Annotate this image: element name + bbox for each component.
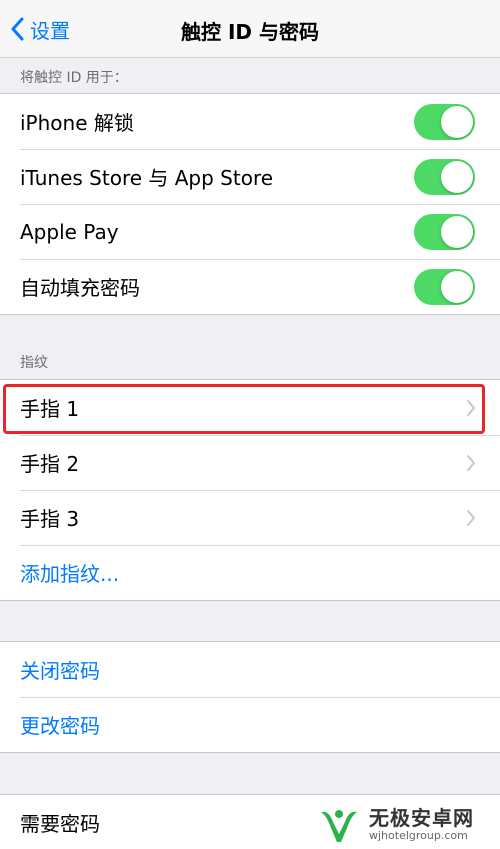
iphone-unlock-switch[interactable] (414, 103, 475, 140)
change-passcode-label: 更改密码 (20, 714, 100, 738)
autofill-passwords-switch[interactable] (414, 268, 475, 305)
fingerprint-label: 手指 2 (20, 452, 80, 476)
switch-knob (441, 105, 473, 138)
watermark-logo-icon (321, 809, 357, 842)
turn-off-passcode-label: 关闭密码 (20, 659, 100, 683)
turn-off-passcode-row[interactable]: 关闭密码 (0, 642, 500, 697)
fingerprint-row-3[interactable]: 手指 3 (0, 490, 500, 545)
navigation-bar: 设置 触控 ID 与密码 (0, 0, 500, 58)
touch-id-group: iPhone 解锁 iTunes Store 与 App Store Apple… (0, 93, 500, 315)
fingerprint-row-1[interactable]: 手指 1 (0, 380, 500, 435)
itunes-app-store-switch[interactable] (414, 158, 475, 195)
toggle-row-apple-pay: Apple Pay (0, 204, 500, 259)
fingerprint-label: 手指 3 (20, 507, 80, 531)
fingerprints-group: 手指 1 手指 2 手指 3 添加指纹... (0, 379, 500, 601)
watermark-url: wjhotelgroup.com (369, 828, 468, 842)
switch-knob (441, 270, 473, 303)
touch-id-section-header: 将触控 ID 用于： (20, 70, 128, 86)
switch-knob (441, 160, 473, 193)
passcode-group: 关闭密码 更改密码 (0, 641, 500, 753)
apple-pay-switch[interactable] (414, 213, 475, 250)
watermark: 无极安卓网 wjhotelgroup.com (315, 800, 500, 849)
toggle-row-itunes-app-store: iTunes Store 与 App Store (0, 149, 500, 204)
chevron-right-icon (467, 399, 475, 416)
chevron-right-icon (467, 509, 475, 526)
fingerprint-label: 手指 1 (20, 397, 80, 421)
watermark-title: 无极安卓网 (369, 805, 474, 830)
chevron-right-icon (467, 454, 475, 471)
fingerprint-row-2[interactable]: 手指 2 (0, 435, 500, 490)
watermark-text: 无极安卓网 wjhotelgroup.com (369, 807, 474, 843)
add-fingerprint-row[interactable]: 添加指纹... (0, 545, 500, 600)
toggle-row-iphone-unlock: iPhone 解锁 (0, 94, 500, 149)
switch-knob (441, 215, 473, 248)
page-title: 触控 ID 与密码 (181, 20, 319, 44)
change-passcode-row[interactable]: 更改密码 (0, 697, 500, 752)
toggle-row-autofill-passwords: 自动填充密码 (0, 259, 500, 314)
add-fingerprint-label: 添加指纹... (20, 562, 120, 586)
fingerprints-section-header: 指纹 (20, 355, 48, 371)
